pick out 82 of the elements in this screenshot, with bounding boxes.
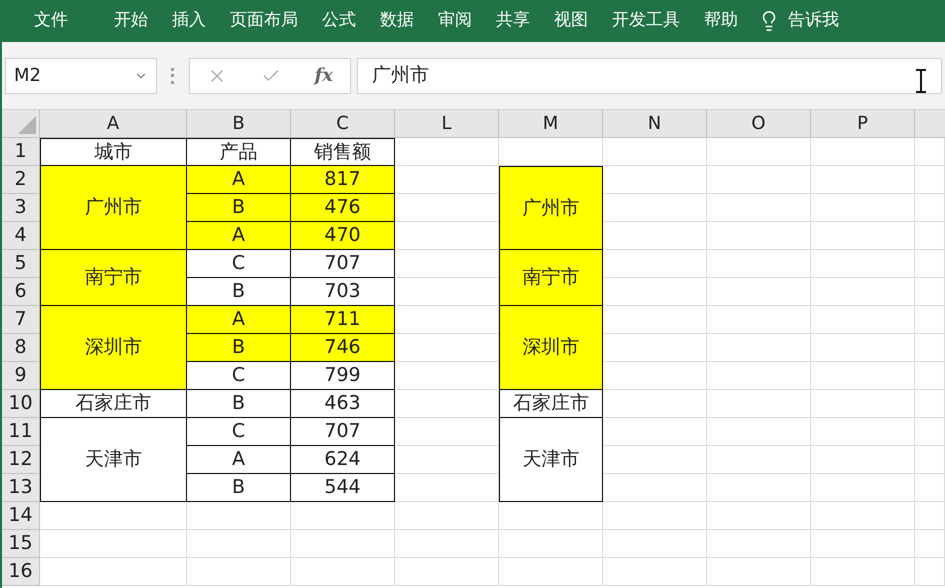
tell-me-link[interactable]: 告诉我 [788,8,839,34]
select-all-triangle-icon [18,116,36,134]
column-header[interactable]: A [40,110,187,138]
city-cell: 深圳市 [40,306,187,390]
header-cell: 销售额 [291,138,395,166]
product-cell: B [187,194,291,222]
select-all-corner[interactable] [2,110,40,138]
row-header[interactable]: 10 [2,390,40,418]
text-cursor-icon [915,68,927,92]
row-header[interactable]: 11 [2,418,40,446]
ribbon-tab[interactable]: 数据 [368,0,426,42]
column-header-filler [915,110,945,138]
product-cell: C [187,418,291,446]
column-header[interactable]: M [499,110,603,138]
row-header[interactable]: 5 [2,250,40,278]
city-cell: 广州市 [40,166,187,250]
row-header[interactable]: 15 [2,530,40,558]
amount-cell: 707 [291,250,395,278]
amount-cell: 707 [291,418,395,446]
city-cell: 深圳市 [499,306,603,390]
column-header[interactable]: O [707,110,811,138]
insert-function-button[interactable]: fx [314,62,334,89]
row-header[interactable]: 14 [2,502,40,530]
ribbon-tab[interactable]: 共享 [484,0,542,42]
ribbon-tab[interactable]: 开发工具 [600,0,692,42]
header-cell: 产品 [187,138,291,166]
ribbon-tab[interactable]: 帮助 [692,0,750,42]
row-header[interactable]: 13 [2,474,40,502]
row-header[interactable]: 8 [2,334,40,362]
city-cell: 石家庄市 [40,390,187,418]
product-cell: B [187,334,291,362]
column-header[interactable]: B [187,110,291,138]
column-header[interactable]: C [291,110,395,138]
product-cell: B [187,278,291,306]
city-cell: 天津市 [499,418,603,502]
product-cell: A [187,446,291,474]
product-cell: A [187,166,291,194]
city-cell: 南宁市 [499,250,603,306]
formula-input[interactable]: 广州市 [357,58,942,94]
row-header[interactable]: 4 [2,222,40,250]
amount-cell: 799 [291,362,395,390]
grip-icon [171,68,175,84]
product-cell: A [187,306,291,334]
name-box-value: M2 [14,64,41,88]
product-cell: C [187,250,291,278]
ribbon-tab[interactable]: 页面布局 [218,0,310,42]
amount-cell: 476 [291,194,395,222]
column-header[interactable]: L [395,110,499,138]
row-header[interactable]: 3 [2,194,40,222]
city-cell: 石家庄市 [499,390,603,418]
city-cell: 南宁市 [40,250,187,306]
row-header[interactable]: 7 [2,306,40,334]
name-box[interactable]: M2 [5,58,157,94]
ribbon-tab[interactable]: 视图 [542,0,600,42]
amount-cell: 817 [291,166,395,194]
product-cell: C [187,362,291,390]
city-cell: 天津市 [40,418,187,502]
amount-cell: 470 [291,222,395,250]
ribbon-tab[interactable]: 文件 [22,0,80,42]
amount-cell: 624 [291,446,395,474]
amount-cell: 746 [291,334,395,362]
product-cell: B [187,474,291,502]
product-cell: A [187,222,291,250]
column-header[interactable]: P [811,110,915,138]
row-header[interactable]: 16 [2,558,40,586]
row-header[interactable]: 6 [2,278,40,306]
city-cell: 广州市 [499,166,603,250]
row-header[interactable]: 12 [2,446,40,474]
header-cell: 城市 [40,138,187,166]
row-header[interactable]: 9 [2,362,40,390]
row-header[interactable]: 2 [2,166,40,194]
product-cell: B [187,390,291,418]
amount-cell: 463 [291,390,395,418]
column-header[interactable]: N [603,110,707,138]
ribbon-tab[interactable]: 审阅 [426,0,484,42]
amount-cell: 703 [291,278,395,306]
ribbon-tab[interactable]: 插入 [160,0,218,42]
ribbon-tab[interactable]: 开始 [102,0,160,42]
amount-cell: 711 [291,306,395,334]
ribbon-tab[interactable]: 公式 [310,0,368,42]
amount-cell: 544 [291,474,395,502]
row-header[interactable]: 1 [2,138,40,166]
